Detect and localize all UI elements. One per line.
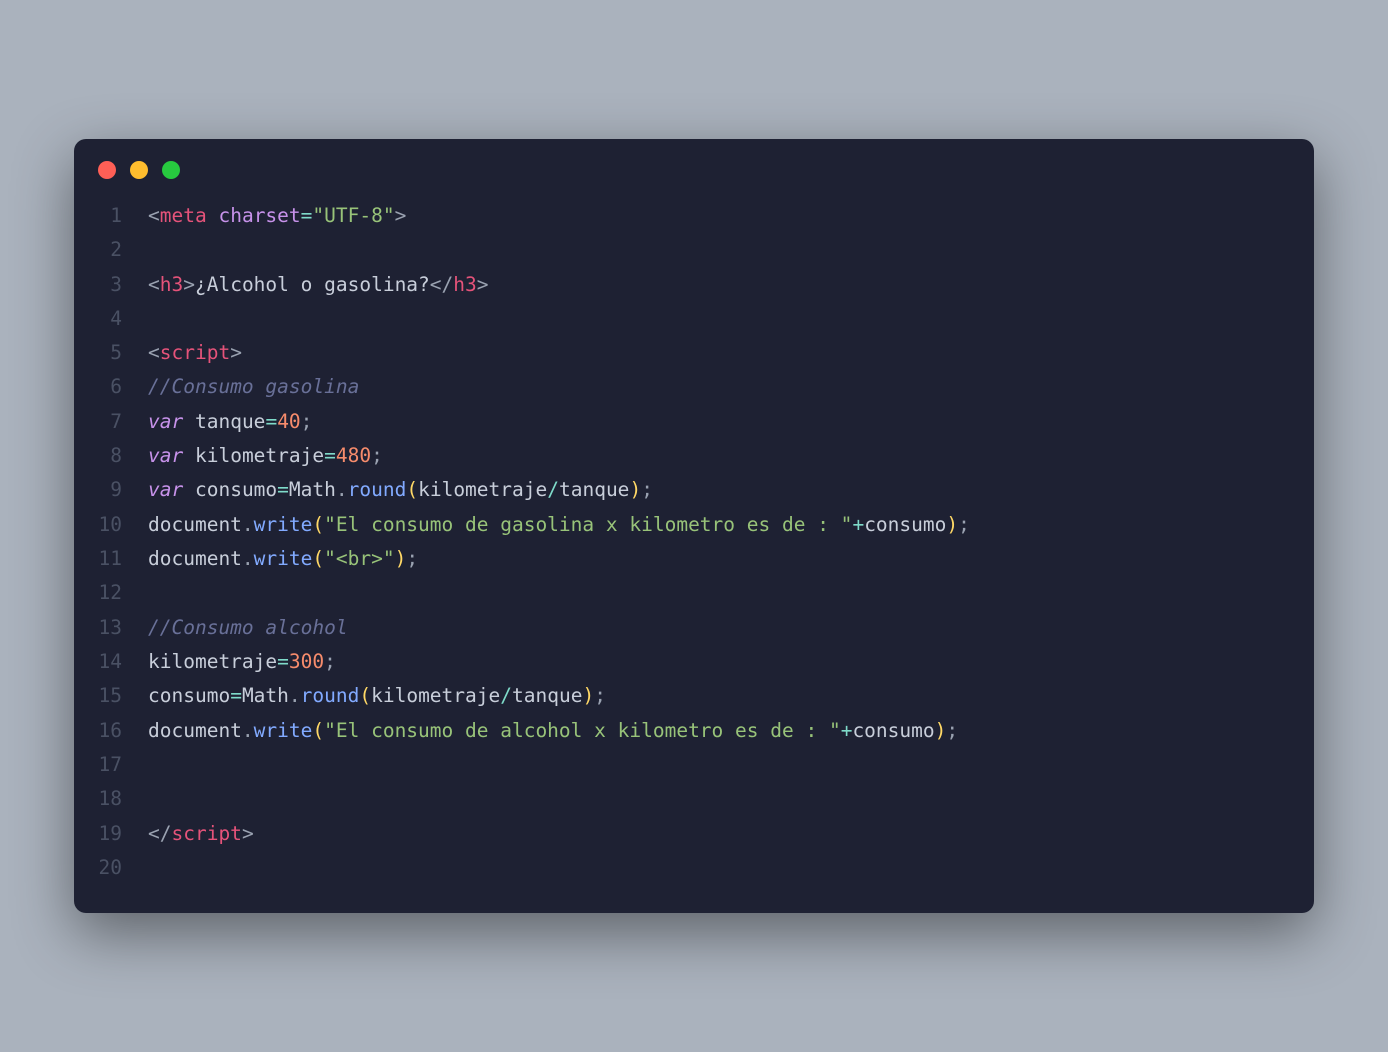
line-number: 8 bbox=[98, 439, 148, 473]
code-content[interactable]: kilometraje=300; bbox=[148, 645, 336, 679]
line-number: 18 bbox=[98, 782, 148, 816]
line-number: 2 bbox=[98, 233, 148, 267]
line-number: 14 bbox=[98, 645, 148, 679]
code-content[interactable]: document.write("El consumo de alcohol x … bbox=[148, 714, 958, 748]
code-line[interactable]: 12 bbox=[98, 576, 1290, 610]
code-line[interactable]: 5<script> bbox=[98, 336, 1290, 370]
code-line[interactable]: 7var tanque=40; bbox=[98, 405, 1290, 439]
code-content[interactable]: //Consumo alcohol bbox=[148, 611, 348, 645]
code-line[interactable]: 20 bbox=[98, 851, 1290, 885]
code-line[interactable]: 2 bbox=[98, 233, 1290, 267]
code-editor[interactable]: 1<meta charset="UTF-8">23<h3>¿Alcohol o … bbox=[74, 191, 1314, 885]
line-number: 19 bbox=[98, 817, 148, 851]
line-number: 17 bbox=[98, 748, 148, 782]
minimize-icon[interactable] bbox=[130, 161, 148, 179]
line-number: 20 bbox=[98, 851, 148, 885]
code-line[interactable]: 6//Consumo gasolina bbox=[98, 370, 1290, 404]
line-number: 6 bbox=[98, 370, 148, 404]
code-content[interactable]: var tanque=40; bbox=[148, 405, 312, 439]
code-content[interactable]: document.write("El consumo de gasolina x… bbox=[148, 508, 970, 542]
code-content[interactable]: <h3>¿Alcohol o gasolina?</h3> bbox=[148, 268, 489, 302]
code-line[interactable]: 9var consumo=Math.round(kilometraje/tanq… bbox=[98, 473, 1290, 507]
code-line[interactable]: 13//Consumo alcohol bbox=[98, 611, 1290, 645]
code-line[interactable]: 17 bbox=[98, 748, 1290, 782]
code-content[interactable]: <meta charset="UTF-8"> bbox=[148, 199, 406, 233]
code-line[interactable]: 8var kilometraje=480; bbox=[98, 439, 1290, 473]
line-number: 11 bbox=[98, 542, 148, 576]
line-number: 5 bbox=[98, 336, 148, 370]
code-content[interactable]: var consumo=Math.round(kilometraje/tanqu… bbox=[148, 473, 653, 507]
code-line[interactable]: 3<h3>¿Alcohol o gasolina?</h3> bbox=[98, 268, 1290, 302]
line-number: 15 bbox=[98, 679, 148, 713]
code-content[interactable]: <script> bbox=[148, 336, 242, 370]
code-content[interactable]: document.write("<br>"); bbox=[148, 542, 418, 576]
code-line[interactable]: 16document.write("El consumo de alcohol … bbox=[98, 714, 1290, 748]
line-number: 1 bbox=[98, 199, 148, 233]
close-icon[interactable] bbox=[98, 161, 116, 179]
code-line[interactable]: 15consumo=Math.round(kilometraje/tanque)… bbox=[98, 679, 1290, 713]
line-number: 9 bbox=[98, 473, 148, 507]
code-line[interactable]: 10document.write("El consumo de gasolina… bbox=[98, 508, 1290, 542]
code-line[interactable]: 19</script> bbox=[98, 817, 1290, 851]
code-content[interactable]: </script> bbox=[148, 817, 254, 851]
line-number: 12 bbox=[98, 576, 148, 610]
line-number: 7 bbox=[98, 405, 148, 439]
code-line[interactable]: 4 bbox=[98, 302, 1290, 336]
code-window: 1<meta charset="UTF-8">23<h3>¿Alcohol o … bbox=[74, 139, 1314, 913]
line-number: 10 bbox=[98, 508, 148, 542]
code-content[interactable]: //Consumo gasolina bbox=[148, 370, 359, 404]
maximize-icon[interactable] bbox=[162, 161, 180, 179]
line-number: 13 bbox=[98, 611, 148, 645]
code-line[interactable]: 11document.write("<br>"); bbox=[98, 542, 1290, 576]
code-line[interactable]: 18 bbox=[98, 782, 1290, 816]
line-number: 16 bbox=[98, 714, 148, 748]
line-number: 4 bbox=[98, 302, 148, 336]
line-number: 3 bbox=[98, 268, 148, 302]
code-line[interactable]: 1<meta charset="UTF-8"> bbox=[98, 199, 1290, 233]
window-titlebar bbox=[74, 139, 1314, 191]
code-content[interactable]: consumo=Math.round(kilometraje/tanque); bbox=[148, 679, 606, 713]
code-content[interactable]: var kilometraje=480; bbox=[148, 439, 383, 473]
code-line[interactable]: 14kilometraje=300; bbox=[98, 645, 1290, 679]
